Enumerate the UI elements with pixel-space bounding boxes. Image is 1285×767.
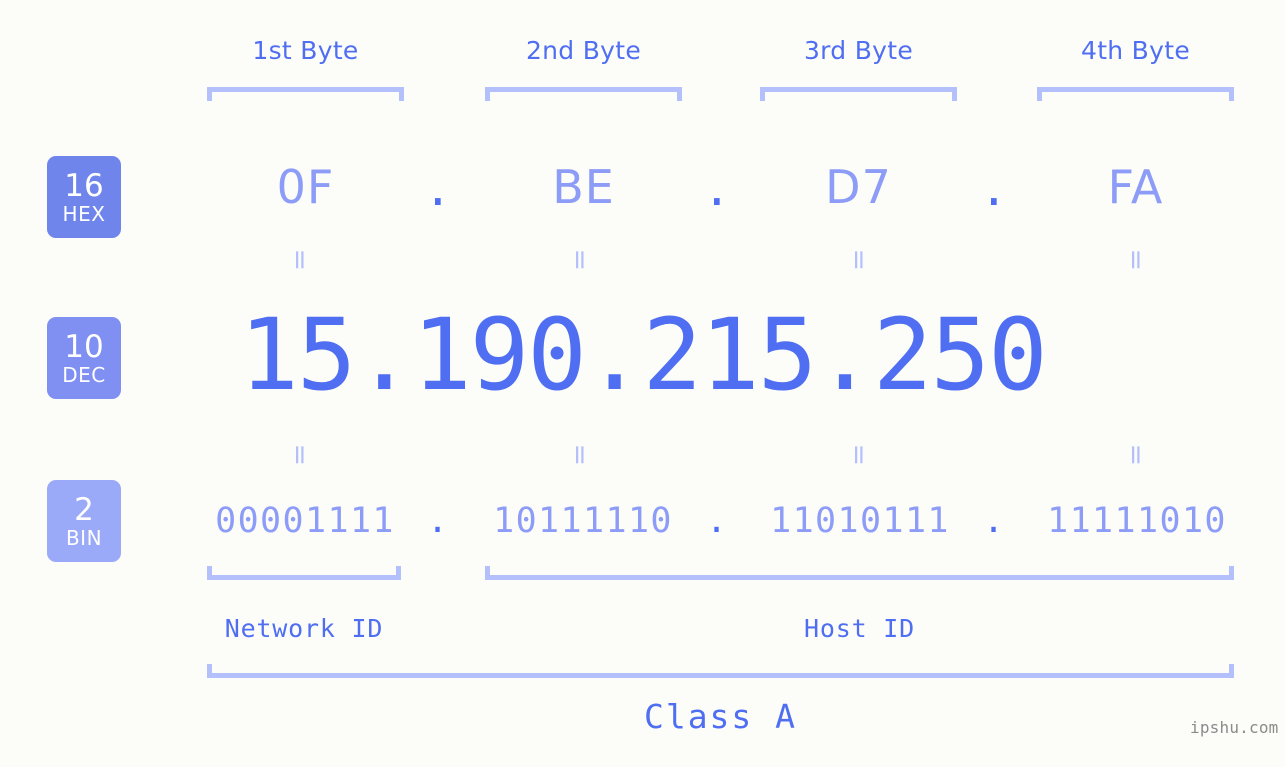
equals-dec-bin-2: = xyxy=(564,443,596,469)
base-badge-bin[interactable]: 2 BIN xyxy=(47,480,121,562)
host-id-label: Host ID xyxy=(804,614,915,643)
class-label: Class A xyxy=(643,697,798,736)
base-badge-bin-name: BIN xyxy=(65,525,103,550)
hex-byte-4: FA xyxy=(1107,160,1164,214)
binary-separator-1: . xyxy=(427,501,449,541)
class-bracket xyxy=(207,664,1234,678)
binary-byte-3: 11010111 xyxy=(770,501,950,541)
equals-dec-bin-1: = xyxy=(284,443,316,469)
base-badge-hex-number: 16 xyxy=(64,167,104,204)
byte-bracket-3 xyxy=(760,87,957,101)
base-badge-hex[interactable]: 16 HEX xyxy=(47,156,121,238)
host-id-bracket xyxy=(485,566,1234,580)
byte-bracket-2 xyxy=(485,87,682,101)
byte-header-label-1: 1st Byte xyxy=(252,36,359,65)
hex-separator-1: . xyxy=(424,162,452,216)
equals-dec-bin-3: = xyxy=(843,443,875,469)
hex-byte-1: 0F xyxy=(276,160,335,214)
hex-separator-3: . xyxy=(980,162,1008,216)
ip-address-breakdown-diagram: 1st Byte 2nd Byte 3rd Byte 4th Byte 16 H… xyxy=(0,0,1285,767)
byte-bracket-4 xyxy=(1037,87,1234,101)
hex-separator-2: . xyxy=(703,162,731,216)
binary-separator-3: . xyxy=(983,501,1005,541)
network-id-label: Network ID xyxy=(224,614,384,643)
equals-hex-dec-1: = xyxy=(284,248,316,274)
binary-byte-4: 11111010 xyxy=(1047,501,1227,541)
hex-byte-2: BE xyxy=(552,160,615,214)
watermark-ipshu: ipshu.com xyxy=(1190,718,1279,737)
network-id-bracket xyxy=(207,566,401,580)
hex-byte-3: D7 xyxy=(825,160,892,214)
byte-header-label-4: 4th Byte xyxy=(1080,36,1191,65)
binary-byte-2: 10111110 xyxy=(493,501,673,541)
byte-header-label-2: 2nd Byte xyxy=(525,36,642,65)
base-badge-bin-number: 2 xyxy=(74,491,94,528)
equals-hex-dec-2: = xyxy=(564,248,596,274)
byte-header-label-3: 3rd Byte xyxy=(803,36,914,65)
binary-byte-1: 00001111 xyxy=(215,501,395,541)
equals-hex-dec-4: = xyxy=(1120,248,1152,274)
byte-bracket-1 xyxy=(207,87,404,101)
base-badge-hex-name: HEX xyxy=(62,201,106,226)
decimal-ip-address: 15.190.215.250 xyxy=(239,298,1047,413)
equals-hex-dec-3: = xyxy=(843,248,875,274)
binary-separator-2: . xyxy=(706,501,728,541)
equals-dec-bin-4: = xyxy=(1120,443,1152,469)
